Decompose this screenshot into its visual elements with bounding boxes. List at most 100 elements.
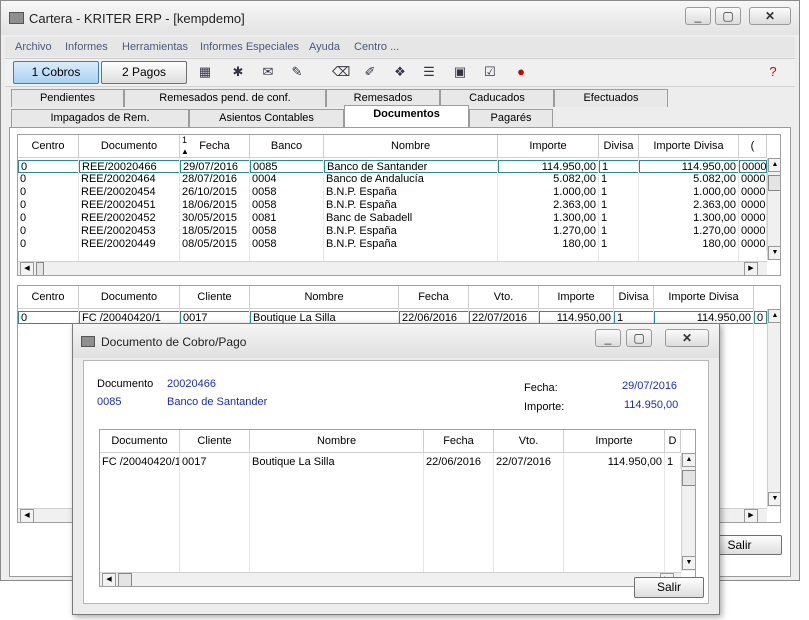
col-importe[interactable]: Importe <box>498 135 599 158</box>
document-row-cell[interactable]: REE/20020451 <box>79 199 180 212</box>
document-row-cell[interactable]: 0000 <box>739 212 767 225</box>
document-row-cell[interactable]: 0 <box>18 225 79 238</box>
document-row-cell[interactable]: 1.300,00 <box>639 212 739 225</box>
document-row-cell[interactable]: 2.363,00 <box>498 199 599 212</box>
document-row-cell[interactable]: 0000 <box>739 160 767 173</box>
document-row-cell[interactable]: 1 <box>599 238 639 251</box>
document-row-cell[interactable]: Banco de Andalucía <box>324 173 498 186</box>
brush-icon[interactable]: ✐ <box>362 64 378 79</box>
maximize-icon[interactable]: ▢ <box>715 7 741 25</box>
document-row-cell[interactable]: Banco de Santander <box>324 160 498 173</box>
document-row-cell[interactable]: 180,00 <box>639 238 739 251</box>
document-row-cell[interactable]: 0058 <box>250 238 324 251</box>
document-row-cell[interactable]: 1.000,00 <box>498 186 599 199</box>
tab-impagados[interactable]: Impagados de Rem. <box>11 109 189 127</box>
document-row-cell[interactable]: 0004 <box>250 173 324 186</box>
scroll-down-icon[interactable]: ▼ <box>682 556 695 570</box>
document-row-cell[interactable]: 0 <box>18 238 79 251</box>
col-divisa[interactable]: Divisa <box>599 135 639 158</box>
detail-row-cell[interactable]: 0 <box>754 311 767 324</box>
col-banco[interactable]: Banco <box>250 135 324 158</box>
document-row-cell[interactable]: 30/05/2015 <box>180 212 250 225</box>
document-row-cell[interactable]: 26/10/2015 <box>180 186 250 199</box>
dialog-row-cell[interactable]: Boutique La Silla <box>250 456 424 469</box>
document-row-cell[interactable]: B.N.P. España <box>324 186 498 199</box>
document-row-cell[interactable]: 0000 <box>739 238 767 251</box>
document-row-cell[interactable]: REE/20020466 <box>79 160 180 173</box>
col-importe-divisa[interactable]: Importe Divisa <box>639 135 739 158</box>
menu-informes-especiales[interactable]: Informes Especiales <box>200 41 299 53</box>
tab-asientos[interactable]: Asientos Contables <box>189 109 344 127</box>
document-row-cell[interactable]: 1 <box>599 212 639 225</box>
tab-documentos[interactable]: Documentos <box>344 105 469 127</box>
dialog-title-bar[interactable]: Documento de Cobro/Pago _ ▢ ✕ <box>73 324 719 358</box>
close-icon[interactable]: ✕ <box>749 7 791 25</box>
col-extra[interactable]: ( <box>739 135 767 158</box>
document-row-cell[interactable]: 114.950,00 <box>498 160 599 173</box>
close-icon[interactable]: ✕ <box>665 329 709 347</box>
dialog-row-cell[interactable]: 114.950,00 <box>564 456 665 469</box>
tab-remesados-pend[interactable]: Remesados pend. de conf. <box>124 89 326 107</box>
document-row-cell[interactable]: 0 <box>18 199 79 212</box>
col-centro[interactable]: Centro <box>18 135 79 158</box>
list-icon[interactable]: ☰ <box>421 64 437 79</box>
cobros-button[interactable]: 1 Cobros <box>13 61 99 84</box>
col-fecha[interactable]: Fecha <box>424 430 494 453</box>
document-row-cell[interactable]: 1.270,00 <box>639 225 739 238</box>
col-nombre[interactable]: Nombre <box>324 135 498 158</box>
document-row-cell[interactable]: B.N.P. España <box>324 238 498 251</box>
dialog-row-cell[interactable]: 1 <box>665 456 681 469</box>
document-row-cell[interactable]: 5.082,00 <box>639 173 739 186</box>
close-record-icon[interactable]: ● <box>513 64 529 79</box>
document-row-cell[interactable]: 29/07/2016 <box>180 160 250 173</box>
document-row-cell[interactable]: 18/06/2015 <box>180 199 250 212</box>
col-cliente[interactable]: Cliente <box>180 286 250 309</box>
document-row-cell[interactable]: 0000 <box>739 225 767 238</box>
col-cliente[interactable]: Cliente <box>180 430 250 453</box>
document-row-cell[interactable]: REE/20020453 <box>79 225 180 238</box>
dialog-row-cell[interactable]: 22/06/2016 <box>424 456 494 469</box>
tab-pendientes[interactable]: Pendientes <box>11 89 124 107</box>
col-documento[interactable]: Documento <box>100 430 180 453</box>
save-icon[interactable]: ▣ <box>452 64 468 79</box>
cards-icon[interactable]: ❖ <box>392 64 408 79</box>
dialog-row-cell[interactable]: FC /20040420/1 <box>100 456 180 469</box>
col-vto[interactable]: Vto. <box>469 286 539 309</box>
document-row-cell[interactable]: 0081 <box>250 212 324 225</box>
document-row-cell[interactable]: 0 <box>18 173 79 186</box>
document-row-cell[interactable]: 1 <box>599 199 639 212</box>
vertical-scrollbar[interactable]: ▲ ▼ <box>767 309 780 507</box>
horizontal-scrollbar[interactable]: ◀ ▶ <box>100 572 681 586</box>
col-documento[interactable]: Documento <box>79 286 180 309</box>
scroll-right-icon[interactable]: ▶ <box>744 509 758 522</box>
scroll-down-icon[interactable]: ▼ <box>768 246 780 260</box>
scroll-left-icon[interactable]: ◀ <box>102 573 116 586</box>
document-row-cell[interactable]: 0058 <box>250 199 324 212</box>
document-row-cell[interactable]: 0 <box>18 186 79 199</box>
document-row-cell[interactable]: B.N.P. España <box>324 225 498 238</box>
minimize-icon[interactable]: _ <box>685 7 711 25</box>
document-row-cell[interactable]: 0000 <box>739 186 767 199</box>
dialog-row-cell[interactable]: 22/07/2016 <box>494 456 564 469</box>
col-importe[interactable]: Importe <box>564 430 665 453</box>
open-icon[interactable]: ✉ <box>260 64 276 79</box>
document-row-cell[interactable]: 180,00 <box>498 238 599 251</box>
document-row-cell[interactable]: Banc de Sabadell <box>324 212 498 225</box>
document-row-cell[interactable]: B.N.P. España <box>324 199 498 212</box>
document-row-cell[interactable]: 0 <box>18 160 79 173</box>
document-row-cell[interactable]: 0000 <box>739 199 767 212</box>
col-importe-divisa[interactable]: Importe Divisa <box>654 286 754 309</box>
col-documento[interactable]: Documento <box>79 135 180 158</box>
edit-icon[interactable]: ✎ <box>289 64 305 79</box>
col-divisa[interactable]: Divisa <box>614 286 654 309</box>
horizontal-scrollbar[interactable]: ◀ ▶ <box>18 261 767 275</box>
col-nombre[interactable]: Nombre <box>250 430 424 453</box>
document-row-cell[interactable]: 0058 <box>250 225 324 238</box>
col-centro[interactable]: Centro <box>18 286 79 309</box>
document-row-cell[interactable]: 1 <box>599 173 639 186</box>
scroll-up-icon[interactable]: ▲ <box>768 309 780 323</box>
document-row-cell[interactable]: 2.363,00 <box>639 199 739 212</box>
document-row-cell[interactable]: 0058 <box>250 186 324 199</box>
document-row-cell[interactable]: 18/05/2015 <box>180 225 250 238</box>
document-row-cell[interactable]: 1.300,00 <box>498 212 599 225</box>
